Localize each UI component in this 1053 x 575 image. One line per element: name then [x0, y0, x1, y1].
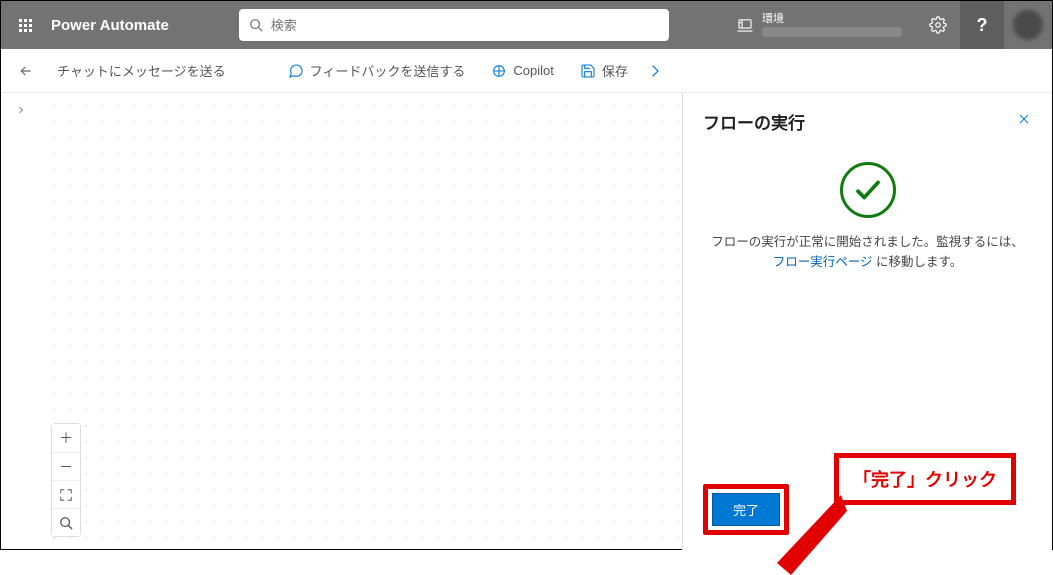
copilot-button[interactable]: Copilot	[481, 49, 563, 93]
plus-icon: ＋	[59, 428, 73, 448]
annotation-callout: 「完了」クリック	[834, 453, 1016, 505]
top-bar: Power Automate 環境 ?	[1, 1, 1052, 49]
left-rail	[1, 93, 41, 551]
avatar-icon	[1013, 10, 1043, 40]
flow-title: チャットにメッセージを送る	[47, 49, 236, 93]
arrow-left-icon	[18, 63, 34, 79]
copilot-icon	[491, 63, 507, 79]
panel-close-button[interactable]	[1016, 111, 1032, 132]
environment-picker[interactable]: 環境	[722, 1, 916, 49]
topbar-right: 環境 ?	[722, 1, 1052, 49]
zoom-in-button[interactable]: ＋	[52, 424, 80, 452]
close-icon	[1016, 111, 1032, 127]
flow-run-page-link[interactable]: フロー実行ページ	[773, 255, 873, 269]
checkmark-icon	[853, 175, 883, 205]
overflow-button[interactable]	[644, 49, 668, 93]
environment-label: 環境	[762, 13, 902, 25]
search-icon	[249, 18, 263, 32]
chevron-right-icon	[15, 104, 27, 116]
feedback-button[interactable]: フィードバックを送信する	[278, 49, 476, 93]
account-button[interactable]	[1004, 1, 1052, 49]
panel-message: フローの実行が正常に開始されました。監視するには、フロー実行ページ に移動します…	[703, 232, 1032, 272]
panel-title: フローの実行	[703, 109, 805, 134]
main-area: ＋ － フローの実行 フローの実行が正常に開始されました。監視するには、フロー実…	[1, 93, 1052, 551]
environment-name-redacted	[762, 27, 902, 37]
gear-icon	[929, 16, 947, 34]
done-button-highlight: 完了	[703, 484, 789, 535]
product-name: Power Automate	[49, 17, 169, 34]
success-indicator	[840, 162, 896, 218]
zoom-out-button[interactable]: －	[52, 452, 80, 480]
fit-icon	[59, 488, 73, 502]
command-bar: チャットにメッセージを送る フィードバックを送信する Copilot 保存	[1, 49, 1052, 93]
question-icon: ?	[977, 15, 988, 36]
minimap-button[interactable]	[52, 508, 80, 536]
search-box[interactable]	[239, 9, 669, 41]
annotation-text: 「完了」クリック	[834, 453, 1016, 505]
save-button[interactable]: 保存	[570, 49, 638, 93]
done-button[interactable]: 完了	[712, 493, 780, 526]
copilot-label: Copilot	[513, 63, 553, 78]
save-icon	[580, 63, 596, 79]
save-label: 保存	[602, 61, 628, 80]
zoom-toolbar: ＋ －	[51, 423, 81, 537]
waffle-icon	[19, 19, 32, 32]
run-flow-panel: フローの実行 フローの実行が正常に開始されました。監視するには、フロー実行ページ…	[682, 93, 1052, 551]
search-icon	[59, 516, 73, 530]
feedback-label: フィードバックを送信する	[310, 61, 466, 80]
settings-button[interactable]	[916, 1, 960, 49]
minus-icon: －	[59, 457, 73, 477]
help-button[interactable]: ?	[960, 1, 1004, 49]
flow-title-text: チャットにメッセージを送る	[57, 61, 226, 80]
app-launcher-button[interactable]	[1, 1, 49, 49]
panel-message-suffix: に移動します。	[873, 255, 963, 269]
chevron-icon	[648, 63, 664, 79]
environment-icon	[736, 16, 754, 34]
panel-message-prefix: フローの実行が正常に開始されました。監視するには、	[711, 235, 1024, 249]
feedback-icon	[288, 63, 304, 79]
search-input[interactable]	[271, 18, 659, 33]
expand-rail-button[interactable]	[15, 103, 27, 119]
back-button[interactable]	[11, 63, 41, 79]
fit-button[interactable]	[52, 480, 80, 508]
